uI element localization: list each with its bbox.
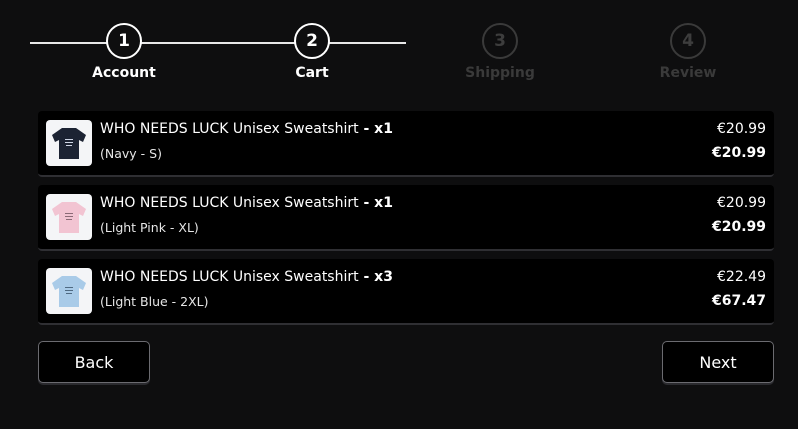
- light-pink-sweatshirt-thumbnail-icon: [52, 202, 86, 233]
- product-name: WHO NEEDS LUCK Unisex Sweatshirt - x1: [100, 121, 393, 137]
- product-thumbnail: [46, 120, 92, 166]
- product-title: WHO NEEDS LUCK Unisex Sweatshirt: [100, 195, 359, 211]
- product-name: WHO NEEDS LUCK Unisex Sweatshirt - x1: [100, 195, 393, 211]
- line-total-price: €20.99: [711, 219, 766, 235]
- checkout-stepper: 1 Account 2 Cart 3 Shipping 4 Review: [0, 0, 798, 100]
- step-label: Cart: [295, 65, 329, 81]
- cart-item: WHO NEEDS LUCK Unisex Sweatshirt - x3 (L…: [38, 259, 774, 325]
- step-label: Shipping: [465, 65, 535, 81]
- product-thumbnail: [46, 268, 92, 314]
- light-blue-sweatshirt-thumbnail-icon: [52, 276, 86, 307]
- line-total-price: €20.99: [711, 145, 766, 161]
- step-review[interactable]: 4 Review: [628, 23, 748, 81]
- product-title: WHO NEEDS LUCK Unisex Sweatshirt: [100, 269, 359, 285]
- product-title: WHO NEEDS LUCK Unisex Sweatshirt: [100, 121, 359, 137]
- step-number-circle: 1: [106, 23, 142, 59]
- step-number-circle: 2: [294, 23, 330, 59]
- step-shipping[interactable]: 3 Shipping: [440, 23, 560, 81]
- unit-price: €20.99: [717, 195, 766, 211]
- product-variant: (Light Pink - XL): [100, 220, 199, 235]
- product-quantity: - x1: [358, 121, 393, 137]
- step-label: Account: [92, 65, 156, 81]
- navy-sweatshirt-thumbnail-icon: [52, 128, 86, 159]
- unit-price: €20.99: [717, 121, 766, 137]
- product-quantity: - x1: [358, 195, 393, 211]
- step-number-circle: 4: [670, 23, 706, 59]
- step-label: Review: [659, 65, 717, 81]
- cart-item: WHO NEEDS LUCK Unisex Sweatshirt - x1 (N…: [38, 111, 774, 177]
- back-button[interactable]: Back: [38, 341, 150, 383]
- step-number-circle: 3: [482, 23, 518, 59]
- product-variant: (Light Blue - 2XL): [100, 294, 209, 309]
- next-button[interactable]: Next: [662, 341, 774, 383]
- step-cart[interactable]: 2 Cart: [252, 23, 372, 81]
- product-variant: (Navy - S): [100, 146, 162, 161]
- line-total-price: €67.47: [711, 293, 766, 309]
- cart-item-list: WHO NEEDS LUCK Unisex Sweatshirt - x1 (N…: [38, 111, 774, 333]
- product-quantity: - x3: [358, 269, 393, 285]
- step-account[interactable]: 1 Account: [64, 23, 184, 81]
- unit-price: €22.49: [717, 269, 766, 285]
- product-thumbnail: [46, 194, 92, 240]
- product-name: WHO NEEDS LUCK Unisex Sweatshirt - x3: [100, 269, 393, 285]
- cart-item: WHO NEEDS LUCK Unisex Sweatshirt - x1 (L…: [38, 185, 774, 251]
